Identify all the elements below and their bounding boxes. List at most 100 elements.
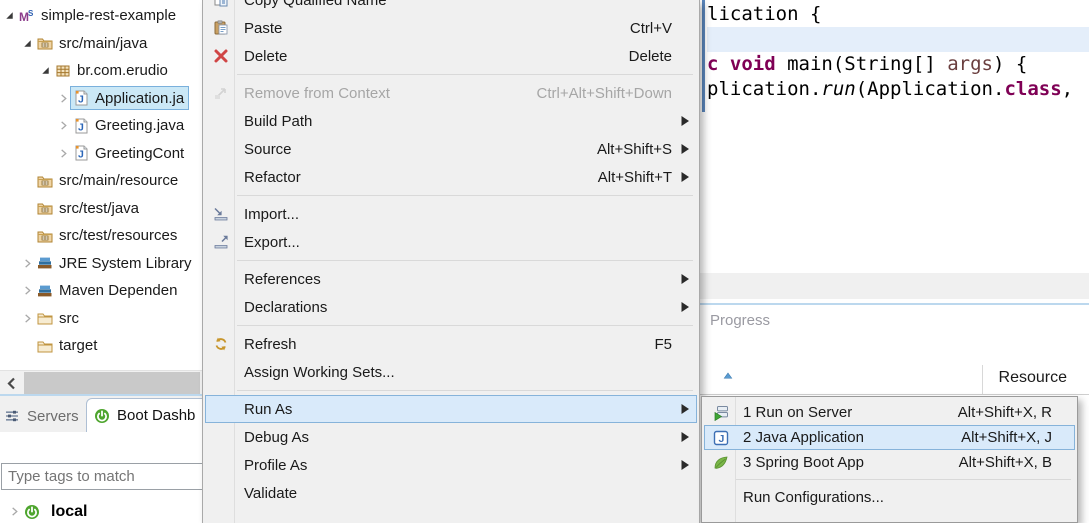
editor-code-lines: lication {c void main(String[] args) {pl… <box>707 2 1089 102</box>
submenu-arrow-icon <box>680 116 690 127</box>
svg-text:S: S <box>28 9 34 18</box>
tree-item-jre-system-library[interactable]: JRE System Library <box>0 250 202 278</box>
tree-item-core[interactable]: MSsimple-rest-example <box>16 4 181 28</box>
tree-item-simple-rest-example[interactable]: MSsimple-rest-example <box>0 2 202 30</box>
menu-item-run-as[interactable]: Run As <box>205 395 697 423</box>
tree-item-core[interactable]: src/main/resource <box>34 169 183 193</box>
chevron-right-icon[interactable] <box>21 285 34 296</box>
panel-accent-line <box>700 303 1089 305</box>
tab-label: Boot Dashb <box>117 407 195 424</box>
tree-item-label: simple-rest-example <box>41 7 176 24</box>
menu-item-run-configurations[interactable]: Run Configurations... <box>704 484 1075 510</box>
tree-item-core[interactable]: src/main/java <box>34 31 152 55</box>
column-divider[interactable] <box>982 365 983 394</box>
tree-item-core[interactable]: target <box>34 334 102 358</box>
sort-ascending-icon[interactable] <box>722 369 734 386</box>
chevron-right-icon[interactable] <box>21 258 34 269</box>
tree-item-src-test-java[interactable]: src/test/java <box>0 195 202 223</box>
copy-qualified-name-icon <box>210 0 232 8</box>
menu-item-validate[interactable]: Validate <box>205 479 697 507</box>
expand-open-icon[interactable] <box>39 65 52 76</box>
tree-item-core[interactable]: src/test/resources <box>34 224 182 248</box>
menu-item-1-run-on-server[interactable]: 1 Run on ServerAlt+Shift+X, R <box>704 400 1075 425</box>
current-line <box>707 27 1089 52</box>
library-icon <box>37 255 54 271</box>
menu-item-label: Remove from Context <box>244 85 390 102</box>
chevron-right-icon[interactable] <box>57 148 70 159</box>
menu-item-export[interactable]: Export... <box>205 228 697 256</box>
menu-item-2-java-application[interactable]: J2 Java ApplicationAlt+Shift+X, J <box>704 425 1075 450</box>
menu-item-refactor[interactable]: RefactorAlt+Shift+T <box>205 163 697 191</box>
expand-open-icon[interactable] <box>3 10 16 21</box>
source-folder-icon <box>37 173 54 189</box>
submenu-arrow-icon <box>680 172 690 183</box>
scroll-left-button[interactable] <box>0 371 23 395</box>
menu-item-refresh[interactable]: RefreshF5 <box>205 330 697 358</box>
menu-item-source[interactable]: SourceAlt+Shift+S <box>205 135 697 163</box>
menu-item-shortcut: Alt+Shift+X, J <box>961 429 1052 446</box>
expand-open-icon[interactable] <box>21 38 34 49</box>
menu-item-import[interactable]: Import... <box>205 200 697 228</box>
code-editor[interactable]: lication {c void main(String[] args) {pl… <box>700 0 1089 273</box>
tree-item-src-main-java[interactable]: src/main/java <box>0 30 202 58</box>
tree-item-core[interactable]: Maven Dependen <box>34 279 182 303</box>
column-header-resource[interactable]: Resource <box>999 369 1067 387</box>
menu-item-remove-from-context[interactable]: Remove from ContextCtrl+Alt+Shift+Down <box>205 79 697 107</box>
paste-icon <box>210 20 232 36</box>
explorer-horizontal-scrollbar[interactable] <box>0 370 202 395</box>
chevron-right-icon[interactable] <box>57 93 70 104</box>
tree-item-target[interactable]: target <box>0 332 202 360</box>
scrollbar-thumb[interactable] <box>24 372 200 394</box>
tree-item-maven-dependen[interactable]: Maven Dependen <box>0 277 202 305</box>
bottom-left-view-stack: Servers Boot Dashb local <box>0 396 202 523</box>
menu-item-assign-working-sets[interactable]: Assign Working Sets... <box>205 358 697 386</box>
menu-item-paste[interactable]: PasteCtrl+V <box>205 14 697 42</box>
chevron-right-icon[interactable] <box>8 506 21 517</box>
menu-item-label: Copy Qualified Name <box>244 0 387 9</box>
menu-separator <box>205 70 697 79</box>
menu-item-references[interactable]: References <box>205 265 697 293</box>
tree-item-core[interactable]: src <box>34 306 84 330</box>
tree-item-application-ja[interactable]: JApplication.ja <box>0 85 202 113</box>
tab-servers[interactable]: Servers <box>4 404 79 428</box>
export-icon <box>210 234 232 250</box>
menu-item-build-path[interactable]: Build Path <box>205 107 697 135</box>
tree-item-core[interactable]: JRE System Library <box>34 251 197 275</box>
tree-item-greeting-java[interactable]: JGreeting.java <box>0 112 202 140</box>
menu-item-shortcut: Alt+Shift+X, B <box>959 454 1052 471</box>
tree-item-src-main-resource[interactable]: src/main/resource <box>0 167 202 195</box>
boot-dashboard-item-local[interactable]: local <box>0 498 87 523</box>
menu-item-declarations[interactable]: Declarations <box>205 293 697 321</box>
menu-item-label: Run As <box>244 401 292 418</box>
code-token: ) { <box>993 53 1027 75</box>
tree-item-label: src/main/java <box>59 35 147 52</box>
code-token: lication { <box>707 3 821 25</box>
tree-item-src-test-resources[interactable]: src/test/resources <box>0 222 202 250</box>
menu-item-profile-as[interactable]: Profile As <box>205 451 697 479</box>
tree-item-core[interactable]: JApplication.ja <box>70 86 189 110</box>
menu-item-debug-as[interactable]: Debug As <box>205 423 697 451</box>
tree-item-core[interactable]: JGreeting.java <box>70 114 189 138</box>
svg-text:J: J <box>719 433 725 445</box>
menu-item-shortcut: Alt+Shift+X, R <box>958 404 1052 421</box>
tree-item-src[interactable]: src <box>0 305 202 333</box>
tree-item-br-com-erudio[interactable]: br.com.erudio <box>0 57 202 85</box>
tree-item-label: Application.ja <box>95 90 184 107</box>
tree-item-core[interactable]: br.com.erudio <box>52 59 173 83</box>
menu-item-delete[interactable]: DeleteDelete <box>205 42 697 70</box>
tab-progress[interactable]: Progress <box>710 312 770 329</box>
menu-item-3-spring-boot-app[interactable]: 3 Spring Boot App Alt+Shift+X, B <box>704 450 1075 475</box>
tree-item-greetingcont[interactable]: JGreetingCont <box>0 140 202 168</box>
menu-separator <box>205 386 697 395</box>
spring-boot-icon <box>24 504 41 520</box>
tree-item-core[interactable]: src/test/java <box>34 196 144 220</box>
code-token: args <box>947 53 993 75</box>
editor-range-indicator <box>702 0 705 112</box>
menu-item-copy-qualified-name[interactable]: Copy Qualified Name <box>205 0 697 14</box>
chevron-right-icon[interactable] <box>21 313 34 324</box>
chevron-right-icon[interactable] <box>57 120 70 131</box>
tree-item-core[interactable]: JGreetingCont <box>70 141 189 165</box>
tab-boot-dashboard[interactable]: Boot Dashb <box>86 398 218 432</box>
tag-filter-input[interactable] <box>1 463 205 490</box>
menu-item-label: 3 Spring Boot App <box>743 454 864 471</box>
